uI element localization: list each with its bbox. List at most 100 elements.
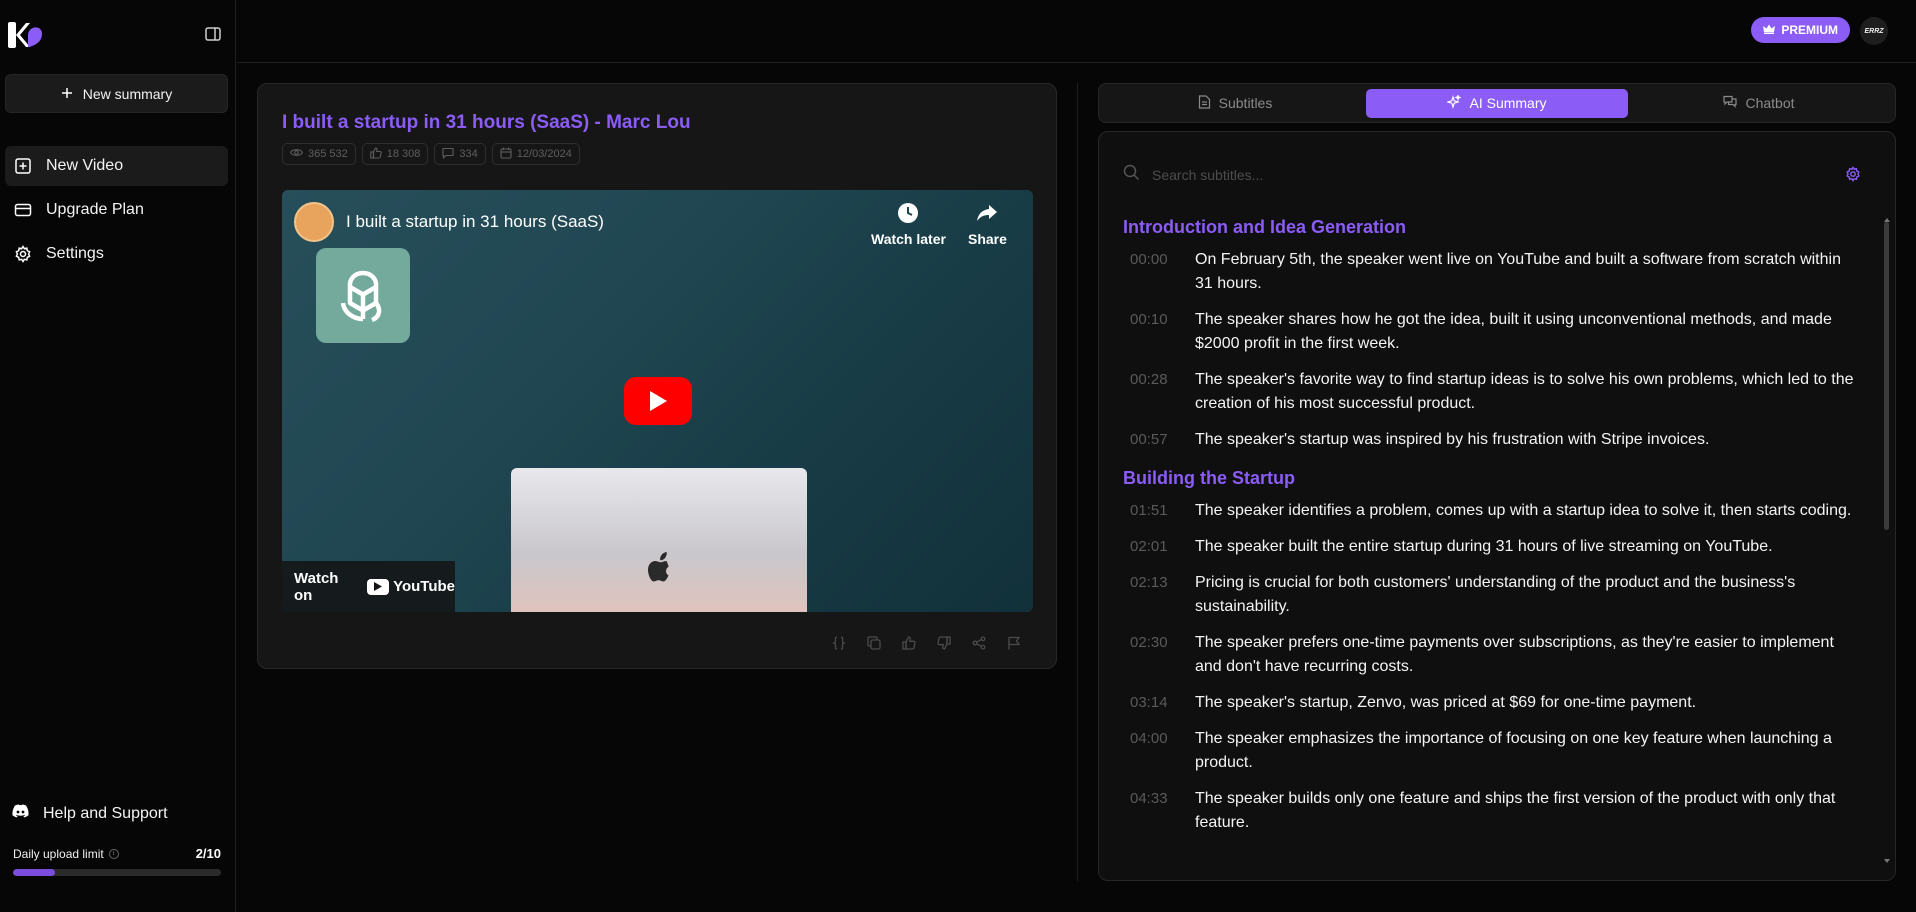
- summary-entry[interactable]: 00:28 The speaker's favorite way to find …: [1130, 368, 1863, 416]
- scroll-down-arrow[interactable]: [1884, 859, 1890, 863]
- summary-text: The speaker built the entire startup dur…: [1195, 538, 1773, 555]
- timestamp[interactable]: 02:13: [1130, 571, 1195, 619]
- search-input[interactable]: [1152, 167, 1833, 183]
- upload-progress-bar: [13, 869, 221, 876]
- channel-avatar[interactable]: [294, 202, 334, 242]
- embed-title[interactable]: I built a startup in 31 hours (SaaS): [346, 212, 604, 232]
- sidebar-item-label: New Video: [46, 157, 124, 174]
- views-count: 365 532: [308, 148, 348, 160]
- share-label: Share: [968, 231, 1007, 247]
- upload-limit-count: 2/10: [195, 846, 221, 861]
- video-thumbnail-laptop: [511, 468, 807, 612]
- sidebar-nav: New Video Upgrade Plan Settings: [5, 146, 228, 278]
- play-button[interactable]: [624, 377, 692, 425]
- help-and-support-link[interactable]: Help and Support: [12, 804, 168, 823]
- summary-entry[interactable]: 00:10 The speaker shares how he got the i…: [1130, 308, 1863, 356]
- tab-subtitles[interactable]: Subtitles: [1104, 89, 1366, 118]
- thumbs-down-icon[interactable]: [935, 634, 952, 651]
- timestamp[interactable]: 01:51: [1130, 499, 1195, 523]
- apple-logo-icon: [648, 552, 669, 582]
- watch-later-label: Watch later: [871, 231, 946, 247]
- gear-icon[interactable]: [1845, 165, 1863, 184]
- timestamp[interactable]: 00:57: [1130, 428, 1195, 452]
- share-icon[interactable]: [970, 634, 987, 651]
- summary-entry[interactable]: 02:13 Pricing is crucial for both custome…: [1130, 571, 1863, 619]
- youtube-embed-header: I built a startup in 31 hours (SaaS): [294, 202, 604, 242]
- upload-progress-fill: [13, 869, 55, 876]
- new-summary-label: New summary: [82, 85, 173, 102]
- watch-on-youtube-link[interactable]: Watch on YouTube: [282, 561, 455, 612]
- youtube-player[interactable]: I built a startup in 31 hours (SaaS) Wat…: [282, 190, 1033, 612]
- summary-content: Introduction and Idea Generation 00:00 On…: [1123, 217, 1863, 847]
- video-card: I built a startup in 31 hours (SaaS) - M…: [257, 83, 1057, 669]
- tab-ai-summary[interactable]: AI Summary: [1366, 88, 1628, 118]
- tab-label: Subtitles: [1218, 95, 1273, 111]
- new-summary-button[interactable]: New summary: [5, 74, 228, 113]
- sidebar: New summary New Video Upgrade Plan Setti…: [0, 0, 236, 912]
- document-icon: [1198, 94, 1211, 112]
- summary-entry[interactable]: 01:51 The speaker identifies a problem, c…: [1130, 499, 1863, 523]
- views-stat: 365 532: [282, 143, 356, 165]
- sidebar-item-label: Upgrade Plan: [46, 201, 144, 218]
- top-bar: PREMIUM ERRZ: [237, 0, 1916, 63]
- summary-entry[interactable]: 02:30 The speaker prefers one-time paymen…: [1130, 631, 1863, 679]
- sidebar-item-new-video[interactable]: New Video: [5, 146, 228, 186]
- content-tabs: Subtitles AI Summary Chatbot: [1098, 83, 1896, 123]
- flag-icon[interactable]: [1005, 634, 1022, 651]
- play-icon: [650, 391, 667, 411]
- video-stats: 365 532 18 308 334 12/03/2024: [282, 143, 580, 165]
- timestamp[interactable]: 02:30: [1130, 631, 1195, 679]
- crown-icon: [1763, 23, 1776, 37]
- chat-icon: [1723, 95, 1738, 111]
- app-root: New summary New Video Upgrade Plan Setti…: [0, 0, 1916, 912]
- info-icon[interactable]: i: [108, 848, 119, 859]
- watch-later-button[interactable]: Watch later: [871, 202, 946, 247]
- share-button[interactable]: Share: [968, 202, 1007, 247]
- video-actions: [830, 634, 1022, 651]
- summary-entry[interactable]: 02:01 The speaker built the entire startu…: [1130, 535, 1863, 559]
- comments-count: 334: [459, 148, 478, 160]
- plus-square-icon: [14, 157, 32, 175]
- app-logo[interactable]: [8, 20, 44, 50]
- upload-limit: Daily upload limit i 2/10: [13, 846, 221, 876]
- sidebar-item-upgrade-plan[interactable]: Upgrade Plan: [5, 190, 228, 230]
- calendar-icon: [500, 147, 512, 162]
- timestamp[interactable]: 00:10: [1130, 308, 1195, 356]
- share-arrow-icon: [976, 202, 998, 227]
- summary-text: The speaker's startup was inspired by hi…: [1195, 431, 1710, 448]
- sidebar-collapse-icon[interactable]: [204, 25, 222, 43]
- section-title: Introduction and Idea Generation: [1123, 217, 1407, 237]
- premium-label: PREMIUM: [1781, 23, 1838, 37]
- premium-badge[interactable]: PREMIUM: [1751, 17, 1850, 43]
- tab-chatbot[interactable]: Chatbot: [1628, 89, 1890, 118]
- summary-entry[interactable]: 04:00 The speaker emphasizes the importan…: [1130, 727, 1863, 775]
- scrollbar-thumb[interactable]: [1884, 222, 1889, 530]
- credit-card-icon: [14, 201, 32, 219]
- copy-icon[interactable]: [865, 634, 882, 651]
- timestamp[interactable]: 02:01: [1130, 535, 1195, 559]
- sidebar-item-settings[interactable]: Settings: [5, 234, 228, 274]
- summary-entry[interactable]: 04:33 The speaker builds only one feature…: [1130, 787, 1863, 835]
- video-title[interactable]: I built a startup in 31 hours (SaaS) - M…: [282, 112, 691, 134]
- timestamp[interactable]: 03:14: [1130, 691, 1195, 715]
- timestamp[interactable]: 00:28: [1130, 368, 1195, 416]
- summary-text: The speaker identifies a problem, comes …: [1195, 502, 1852, 519]
- avatar-text: ERRZ: [1864, 27, 1884, 35]
- code-braces-icon[interactable]: [830, 634, 847, 651]
- summary-text: The speaker emphasizes the importance of…: [1195, 730, 1832, 771]
- comments-stat: 334: [434, 143, 486, 165]
- timestamp[interactable]: 04:00: [1130, 727, 1195, 775]
- summary-entry[interactable]: 00:00 On February 5th, the speaker went l…: [1130, 248, 1863, 296]
- thumbs-up-icon: [370, 146, 382, 162]
- youtube-wordmark: YouTube: [393, 578, 455, 595]
- avatar[interactable]: ERRZ: [1860, 17, 1888, 45]
- timestamp[interactable]: 00:00: [1130, 248, 1195, 296]
- tab-label: Chatbot: [1745, 95, 1795, 111]
- thumbs-up-icon[interactable]: [900, 634, 917, 651]
- help-label: Help and Support: [43, 804, 168, 822]
- publish-date: 12/03/2024: [516, 148, 572, 160]
- timestamp[interactable]: 04:33: [1130, 787, 1195, 835]
- summary-entry[interactable]: 00:57 The speaker's startup was inspired …: [1130, 428, 1863, 452]
- summary-entry[interactable]: 03:14 The speaker's startup, Zenvo, was p…: [1130, 691, 1863, 715]
- plus-icon: [61, 86, 73, 102]
